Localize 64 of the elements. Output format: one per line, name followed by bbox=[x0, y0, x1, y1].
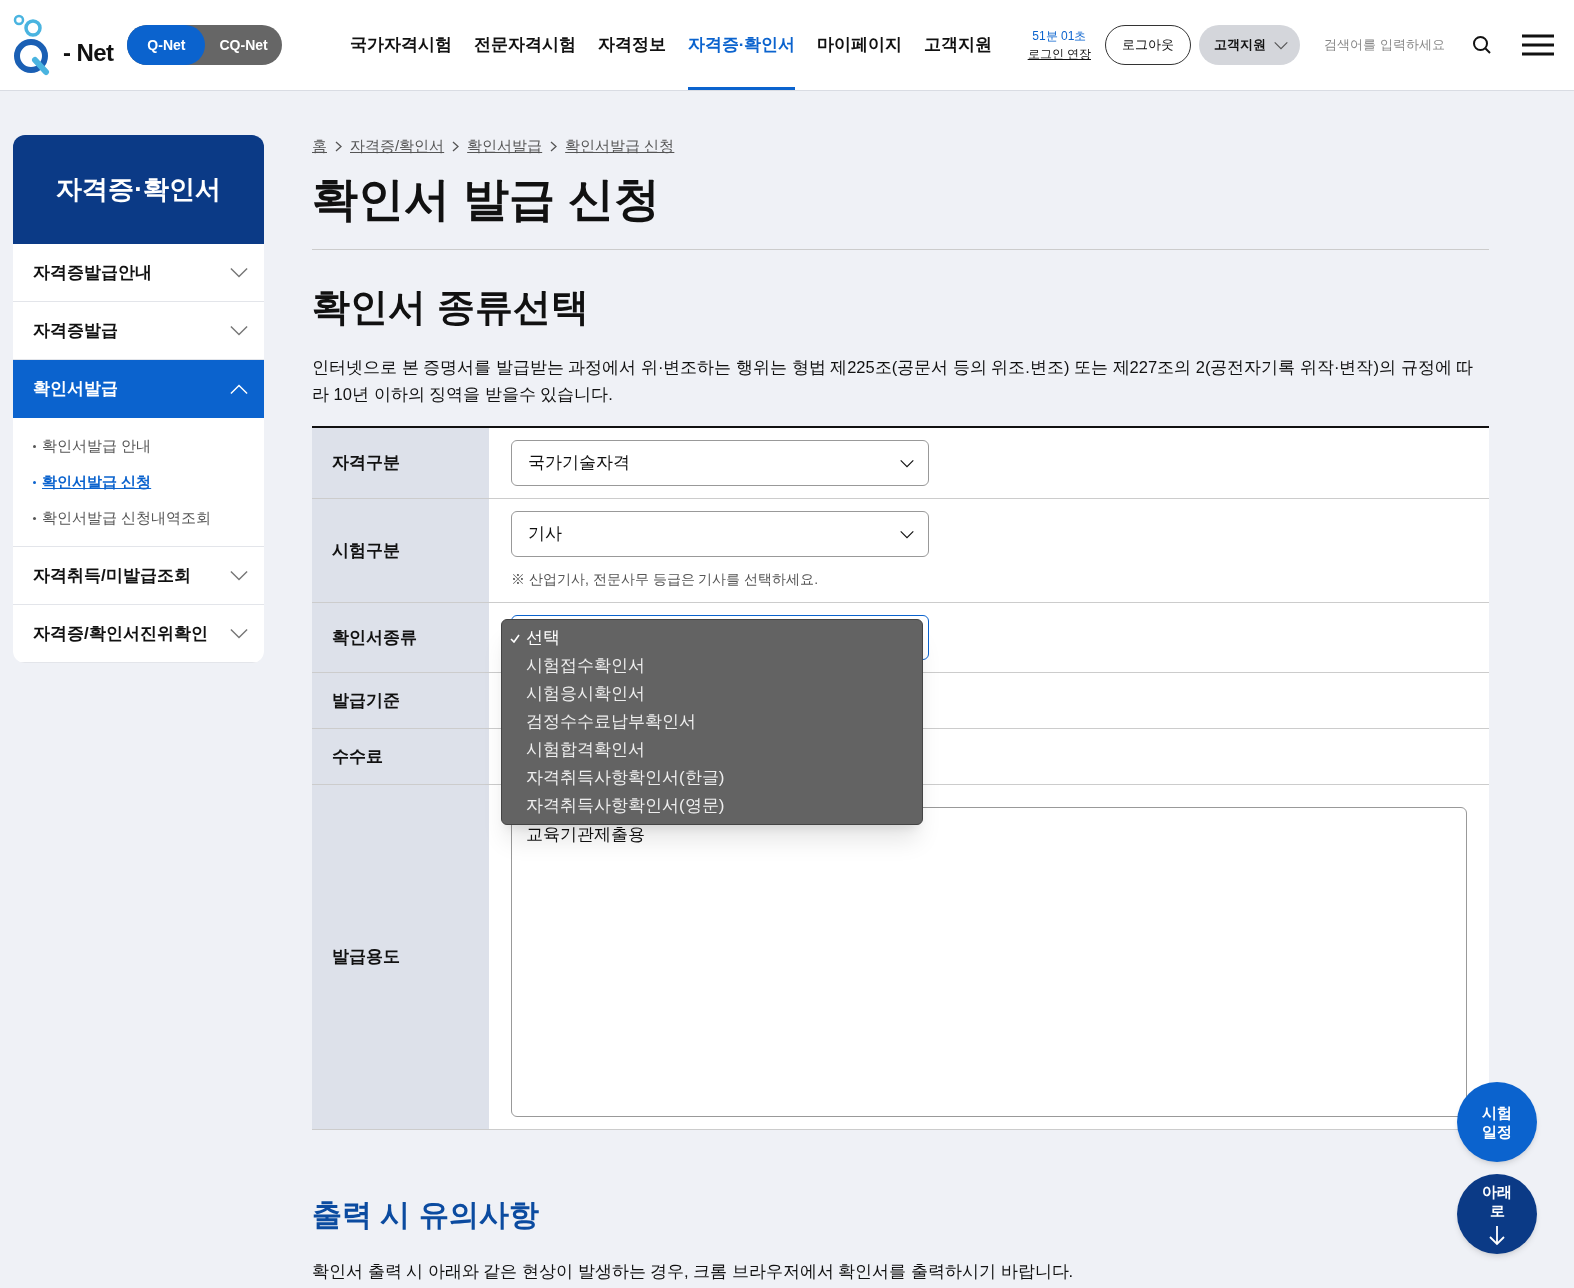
chevron-right-icon bbox=[452, 140, 460, 152]
bullet-icon bbox=[33, 444, 36, 448]
field-label: 자격구분 bbox=[312, 428, 489, 498]
logout-button[interactable]: 로그아웃 bbox=[1105, 25, 1191, 65]
nav-tab[interactable]: 국가자격시험 bbox=[349, 0, 452, 90]
sidebar-item[interactable]: 자격증발급안내 bbox=[13, 244, 264, 302]
warning-text: 인터넷으로 본 증명서를 발급받는 과정에서 위·변조하는 행위는 형법 제225조(공문서 등의 위조.변조) 또는 제227조의 2(공전자기록 위작·변작)의 규정에 따라 10년 이하의 징역을 받을수 있습니다. bbox=[312, 357, 1475, 405]
chevron-down-icon bbox=[230, 325, 248, 336]
notice-title: 출력 시 유의사항 bbox=[312, 1197, 540, 1233]
nav-tab[interactable]: 자격증·확인서 bbox=[687, 0, 796, 90]
sidebar-title: 자격증·확인서 bbox=[13, 135, 264, 244]
check-icon bbox=[510, 633, 520, 643]
sidebar-item[interactable]: 확인서발급 bbox=[13, 360, 264, 418]
submenu-link[interactable]: 확인서발급 안내 bbox=[42, 434, 152, 458]
search-field[interactable]: 검색어를 입력하세요 bbox=[1324, 35, 1460, 55]
session-timer: 51분 01초 bbox=[1032, 28, 1087, 45]
support-menu-button[interactable]: 고객지원 bbox=[1199, 25, 1300, 65]
breadcrumb-link[interactable]: 자격증/확인서 bbox=[350, 134, 445, 158]
bullet-icon bbox=[33, 516, 36, 520]
section-title: 확인서 종류선택 bbox=[312, 285, 590, 330]
bullet-icon bbox=[33, 480, 36, 484]
site-tab[interactable]: Q-Net bbox=[127, 25, 206, 65]
exam-schedule-button[interactable]: 시험 일정 bbox=[1457, 1082, 1537, 1162]
logo-text: - Net bbox=[63, 38, 114, 68]
field-label: 발급기준 bbox=[312, 673, 489, 728]
nav-tab[interactable]: 마이페이지 bbox=[817, 0, 903, 90]
select-field[interactable]: 국가기술자격 bbox=[511, 440, 929, 486]
breadcrumb-link[interactable]: 확인서발급 bbox=[467, 134, 543, 158]
submenu-link[interactable]: 확인서발급 신청내역조회 bbox=[42, 506, 212, 530]
dropdown-option[interactable]: 자격취득사항확인서(한글) bbox=[502, 764, 922, 792]
menu-icon[interactable] bbox=[1522, 34, 1554, 56]
chevron-down-icon bbox=[1274, 40, 1288, 50]
field-label: 발급용도 bbox=[312, 785, 489, 1129]
extend-login-link[interactable]: 로그인 연장 bbox=[1027, 45, 1091, 63]
field-label: 확인서종류 bbox=[312, 603, 489, 672]
breadcrumb-link[interactable]: 확인서발급 신청 bbox=[565, 134, 675, 158]
dropdown-option[interactable]: 선택 bbox=[502, 624, 922, 652]
sidebar-item[interactable]: 자격증/확인서진위확인 bbox=[13, 605, 264, 663]
chevron-right-icon bbox=[550, 140, 558, 152]
chevron-up-icon bbox=[230, 383, 248, 395]
search-icon[interactable] bbox=[1472, 35, 1492, 55]
chevron-down-icon bbox=[230, 267, 248, 278]
dropdown-option[interactable]: 시험접수확인서 bbox=[502, 652, 922, 680]
site-tab[interactable]: CQ-Net bbox=[205, 25, 282, 65]
nav-tab[interactable]: 자격정보 bbox=[597, 0, 666, 90]
scroll-down-button[interactable]: 아래로 bbox=[1457, 1174, 1537, 1254]
dropdown-option[interactable]: 검정수수료납부확인서 bbox=[502, 708, 922, 736]
field-label: 시험구분 bbox=[312, 499, 489, 602]
nav-tab[interactable]: 전문자격시험 bbox=[473, 0, 576, 90]
page-title: 확인서 발급 신청 bbox=[312, 172, 661, 227]
field-label: 수수료 bbox=[312, 729, 489, 784]
chevron-down-icon bbox=[900, 458, 914, 468]
chevron-down-icon bbox=[900, 529, 914, 539]
breadcrumb-link[interactable]: 홈 bbox=[312, 134, 327, 158]
select-field[interactable]: 기사 bbox=[511, 511, 929, 557]
arrow-down-icon bbox=[1489, 1226, 1505, 1246]
notice-text: 확인서 출력 시 아래와 같은 현상이 발생하는 경우, 크롬 브라우저에서 확인서를 출력하시기 바랍니다. bbox=[312, 1261, 1075, 1282]
hint-text: ※ 산업기사, 전문사무 등급은 기사를 선택하세요. bbox=[511, 570, 820, 589]
submenu-link[interactable]: 확인서발급 신청 bbox=[42, 470, 152, 494]
sidebar-item[interactable]: 자격취득/미발급조회 bbox=[13, 547, 264, 605]
chevron-down-icon bbox=[230, 628, 248, 639]
nav-tab[interactable]: 고객지원 bbox=[924, 0, 993, 90]
chevron-right-icon bbox=[335, 140, 342, 152]
chevron-down-icon bbox=[230, 570, 248, 581]
